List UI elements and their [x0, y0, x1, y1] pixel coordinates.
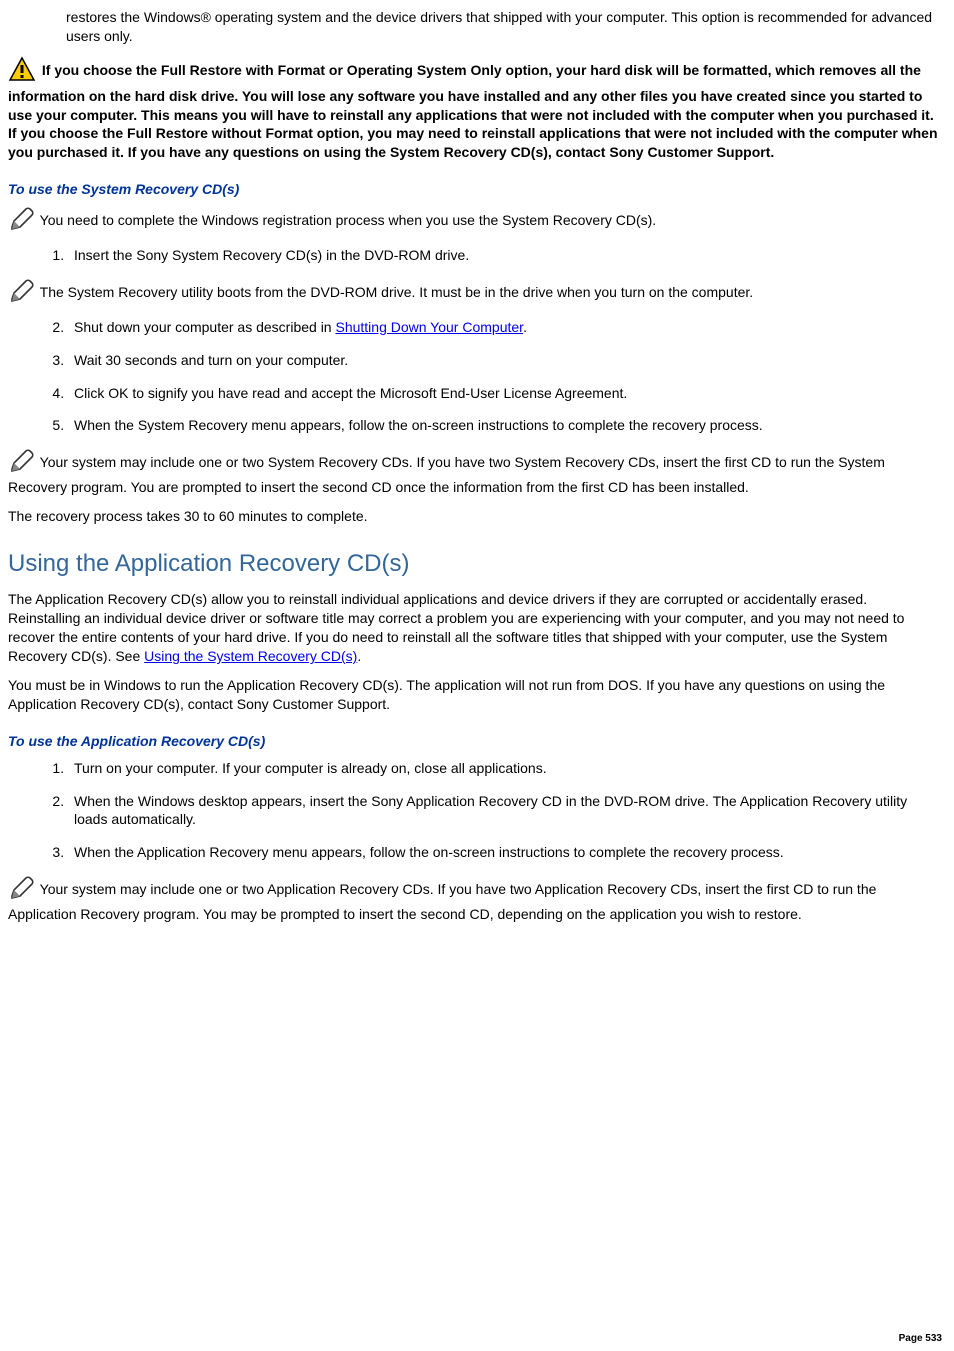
app-recovery-heading: Using the Application Recovery CD(s)	[8, 548, 938, 580]
sys-step1: Insert the Sony System Recovery CD(s) in…	[68, 246, 938, 265]
app-step3: When the Application Recovery menu appea…	[68, 843, 938, 862]
sys-recovery-steps-cont: Shut down your computer as described in …	[48, 318, 938, 436]
app-step2: When the Windows desktop appears, insert…	[68, 792, 938, 830]
top-partial-paragraph: restores the Windows® operating system a…	[66, 8, 938, 46]
app-recovery-subtitle: To use the Application Recovery CD(s)	[8, 732, 938, 751]
sys-step2: Shut down your computer as described in …	[68, 318, 938, 337]
pencil-icon	[8, 279, 34, 308]
sys-step4: Click OK to signify you have read and ac…	[68, 384, 938, 403]
app-para2: You must be in Windows to run the Applic…	[8, 676, 938, 714]
sys-recovery-link[interactable]: Using the System Recovery CD(s)	[144, 648, 357, 664]
note-registration-text: You need to complete the Windows registr…	[40, 212, 657, 228]
pencil-icon	[8, 876, 34, 905]
note-two-cd: Your system may include one or two Syste…	[8, 449, 938, 497]
warning-icon	[8, 56, 36, 87]
note-app-two-cd-text: Your system may include one or two Appli…	[8, 881, 876, 922]
app-recovery-steps: Turn on your computer. If your computer …	[48, 759, 938, 863]
warning-text: If you choose the Full Restore with Form…	[8, 62, 938, 160]
sys-step5: When the System Recovery menu appears, f…	[68, 416, 938, 435]
note-boot-text: The System Recovery utility boots from t…	[40, 284, 754, 300]
pencil-icon	[8, 449, 34, 478]
sys-step2-a: Shut down your computer as described in	[74, 319, 335, 335]
warning-block: If you choose the Full Restore with Form…	[8, 56, 938, 162]
recovery-time-note: The recovery process takes 30 to 60 minu…	[8, 507, 938, 526]
sys-step3: Wait 30 seconds and turn on your compute…	[68, 351, 938, 370]
sys-recovery-steps: Insert the Sony System Recovery CD(s) in…	[48, 246, 938, 265]
note-app-two-cd: Your system may include one or two Appli…	[8, 876, 938, 924]
app-para1-b: .	[357, 648, 361, 664]
note-two-cd-text: Your system may include one or two Syste…	[8, 455, 885, 496]
pencil-icon	[8, 207, 34, 236]
shutdown-link[interactable]: Shutting Down Your Computer	[335, 319, 523, 335]
note-boot: The System Recovery utility boots from t…	[8, 279, 938, 308]
note-registration: You need to complete the Windows registr…	[8, 207, 938, 236]
app-step1: Turn on your computer. If your computer …	[68, 759, 938, 778]
sys-step2-b: .	[523, 319, 527, 335]
sys-recovery-subtitle: To use the System Recovery CD(s)	[8, 180, 938, 199]
page-number: Page 533	[899, 1332, 942, 1346]
app-para1-a: The Application Recovery CD(s) allow you…	[8, 591, 904, 664]
app-para1: The Application Recovery CD(s) allow you…	[8, 590, 938, 666]
top-partial-text: restores the Windows® operating system a…	[66, 9, 932, 44]
